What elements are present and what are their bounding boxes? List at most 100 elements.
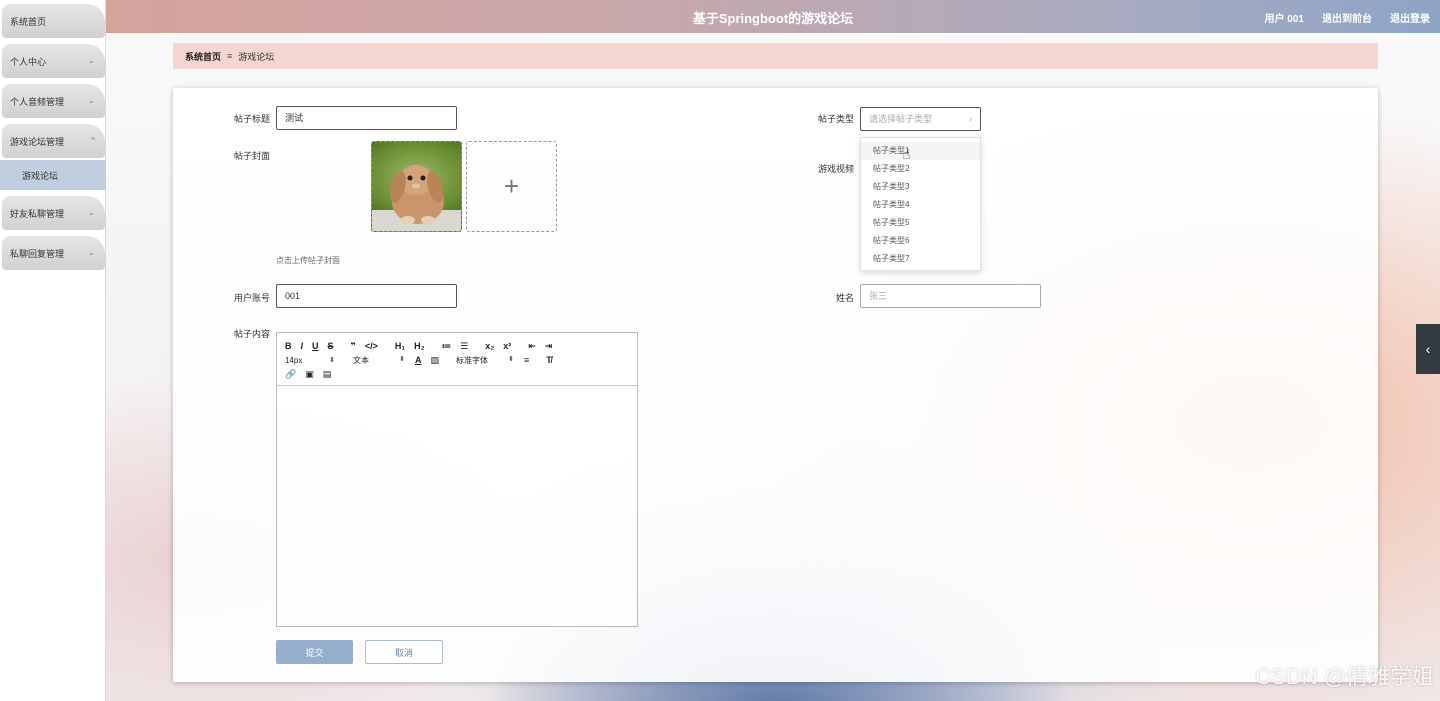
chevron-down-icon: ⌄ (88, 208, 95, 217)
type-select-placeholder: 请选择帖子类型 (869, 114, 933, 124)
breadcrumb: 系统首页 ≡ 游戏论坛 (173, 43, 1378, 69)
breadcrumb-home[interactable]: 系统首页 (185, 50, 221, 63)
block-type-value: 文本 (353, 355, 369, 365)
back-to-front-link[interactable]: 退出到前台 (1322, 10, 1372, 25)
toolbar-row-style: 14px ⬍ 文本 ⬍ A ▨ 标准字体 ⬍ ≡ T̸ (285, 353, 629, 367)
quote-icon[interactable]: ❞ (351, 341, 356, 352)
select-arrow-icon: ⬍ (508, 355, 515, 363)
name-label: 姓名 (835, 293, 854, 303)
sidebar: 系统首页 个人中心 ⌄ 个人音频管理 ⌄ 游戏论坛管理 ^ 游戏论坛 好友私聊管… (0, 0, 106, 701)
editor-content-area[interactable] (277, 386, 637, 626)
link-icon[interactable]: 🔗 (285, 369, 296, 380)
sidebar-item-label: 个人中心 (10, 56, 47, 67)
rabbit-image (372, 165, 461, 231)
type-option[interactable]: 帖子类型3 (861, 178, 980, 196)
account-input-value: 001 (285, 291, 301, 301)
heading2-icon[interactable]: H₂ (414, 341, 425, 351)
cover-upload-tip: 点击上传帖子封面 (276, 256, 340, 265)
superscript-icon[interactable]: x² (503, 341, 511, 351)
account-input[interactable]: 001 (276, 284, 457, 308)
breadcrumb-separator-icon: ≡ (227, 51, 233, 61)
font-family-select[interactable]: 标准字体 ⬍ (456, 355, 514, 366)
background-color-icon[interactable]: ▨ (431, 355, 440, 366)
title-input-value: 测试 (285, 113, 304, 123)
sidebar-item-label: 好友私聊管理 (10, 208, 65, 219)
submit-button[interactable]: 提交 (276, 640, 353, 664)
video-icon[interactable]: ▤ (323, 369, 332, 380)
toolbar-row-format: B I U S ❞ </> H₁ H₂ ≔ ☰ x₂ x² ⇤ ⇥ (285, 339, 629, 353)
heading1-icon[interactable]: H₁ (395, 341, 405, 351)
sidebar-subitem-game-forum[interactable]: 游戏论坛 (0, 160, 106, 190)
sidebar-item-personal-center[interactable]: 个人中心 ⌄ (2, 44, 105, 78)
chevron-down-icon: ⌄ (88, 248, 95, 257)
sidebar-item-label: 游戏论坛管理 (10, 136, 65, 147)
ordered-list-icon[interactable]: ≔ (442, 341, 452, 352)
post-form-card: 帖子标题 测试 帖子类型 请选择帖子类型 › 帖子封面 + 点击上传帖子封面 游… (173, 88, 1378, 682)
bold-icon[interactable]: B (285, 341, 292, 351)
app-title: 基于Springboot的游戏论坛 (692, 11, 854, 26)
account-label: 用户账号 (233, 293, 270, 303)
logout-link[interactable]: 退出登录 (1390, 10, 1430, 25)
chevron-left-icon[interactable]: ‹ (1416, 324, 1440, 374)
name-input[interactable]: 张三 (860, 284, 1041, 308)
select-arrow-icon: ⬍ (329, 356, 335, 364)
clear-format-icon[interactable]: T̸ (546, 355, 552, 365)
type-select[interactable]: 请选择帖子类型 › (860, 107, 981, 131)
video-label: 游戏视频 (817, 164, 854, 174)
bullet-list-icon[interactable]: ☰ (460, 341, 468, 352)
font-family-value: 标准字体 (456, 355, 489, 365)
indent-icon[interactable]: ⇥ (545, 341, 553, 352)
chevron-down-icon: ⌄ (88, 96, 95, 105)
font-size-select[interactable]: 14px ⬍ (285, 356, 335, 365)
plus-icon: + (503, 171, 520, 201)
sidebar-item-forum-management[interactable]: 游戏论坛管理 ^ (2, 124, 105, 158)
chevron-right-icon: › (969, 114, 972, 124)
upload-cover-button[interactable]: + (466, 141, 557, 232)
type-option[interactable]: 帖子类型5 (861, 214, 980, 232)
chevron-up-icon: ^ (91, 136, 95, 145)
type-label: 帖子类型 (817, 114, 854, 124)
sidebar-item-label: 系统首页 (10, 16, 47, 27)
type-option[interactable]: 帖子类型6 (861, 232, 980, 250)
cancel-button[interactable]: 取消 (365, 640, 443, 664)
font-color-icon[interactable]: A (415, 355, 422, 365)
top-header: 基于Springboot的游戏论坛 用户 001 退出到前台 退出登录 (106, 0, 1440, 33)
align-icon[interactable]: ≡ (524, 355, 529, 365)
header-links: 用户 001 退出到前台 退出登录 (1265, 10, 1430, 25)
cover-label: 帖子封面 (233, 151, 270, 161)
toolbar-row-insert: 🔗 ▣ ▤ (285, 367, 629, 381)
content-label: 帖子内容 (233, 329, 270, 339)
title-input[interactable]: 测试 (276, 106, 457, 130)
name-input-value: 张三 (869, 291, 888, 301)
sidebar-item-home[interactable]: 系统首页 (2, 4, 105, 38)
italic-icon[interactable]: I (301, 341, 304, 351)
image-icon[interactable]: ▣ (305, 369, 314, 380)
title-label: 帖子标题 (233, 114, 270, 124)
pointer-cursor-icon: ☝ (902, 146, 911, 162)
outdent-icon[interactable]: ⇤ (528, 341, 536, 352)
subscript-icon[interactable]: x₂ (485, 341, 494, 351)
select-arrow-icon: ⬍ (399, 355, 405, 363)
sidebar-item-label: 私聊回复管理 (10, 248, 65, 259)
block-type-select[interactable]: 文本 ⬍ (353, 355, 405, 366)
sidebar-item-label: 个人音频管理 (10, 96, 65, 107)
content-editor: B I U S ❞ </> H₁ H₂ ≔ ☰ x₂ x² ⇤ ⇥ 14px ⬍ (276, 332, 638, 627)
user-name-link[interactable]: 用户 001 (1265, 10, 1304, 25)
sidebar-item-friend-chat[interactable]: 好友私聊管理 ⌄ (2, 196, 105, 230)
type-option[interactable]: 帖子类型4 (861, 196, 980, 214)
font-size-value: 14px (285, 355, 303, 365)
breadcrumb-current: 游戏论坛 (238, 51, 275, 62)
chevron-down-icon: ⌄ (88, 56, 95, 65)
sidebar-item-audio-management[interactable]: 个人音频管理 ⌄ (2, 84, 105, 118)
editor-toolbar: B I U S ❞ </> H₁ H₂ ≔ ☰ x₂ x² ⇤ ⇥ 14px ⬍ (277, 333, 637, 386)
code-icon[interactable]: </> (365, 341, 378, 351)
underline-icon[interactable]: U (312, 341, 319, 351)
type-option[interactable]: 帖子类型1 (861, 142, 980, 160)
strikethrough-icon[interactable]: S (328, 341, 334, 351)
side-toggle-glyph: ‹ (1425, 341, 1431, 357)
cover-image-thumbnail[interactable] (371, 141, 462, 232)
type-option[interactable]: 帖子类型7 (861, 250, 980, 268)
type-dropdown-menu: 帖子类型1 帖子类型2 帖子类型3 帖子类型4 帖子类型5 帖子类型6 帖子类型… (860, 137, 981, 271)
type-option[interactable]: 帖子类型2 (861, 160, 980, 178)
sidebar-item-chat-reply[interactable]: 私聊回复管理 ⌄ (2, 236, 105, 270)
